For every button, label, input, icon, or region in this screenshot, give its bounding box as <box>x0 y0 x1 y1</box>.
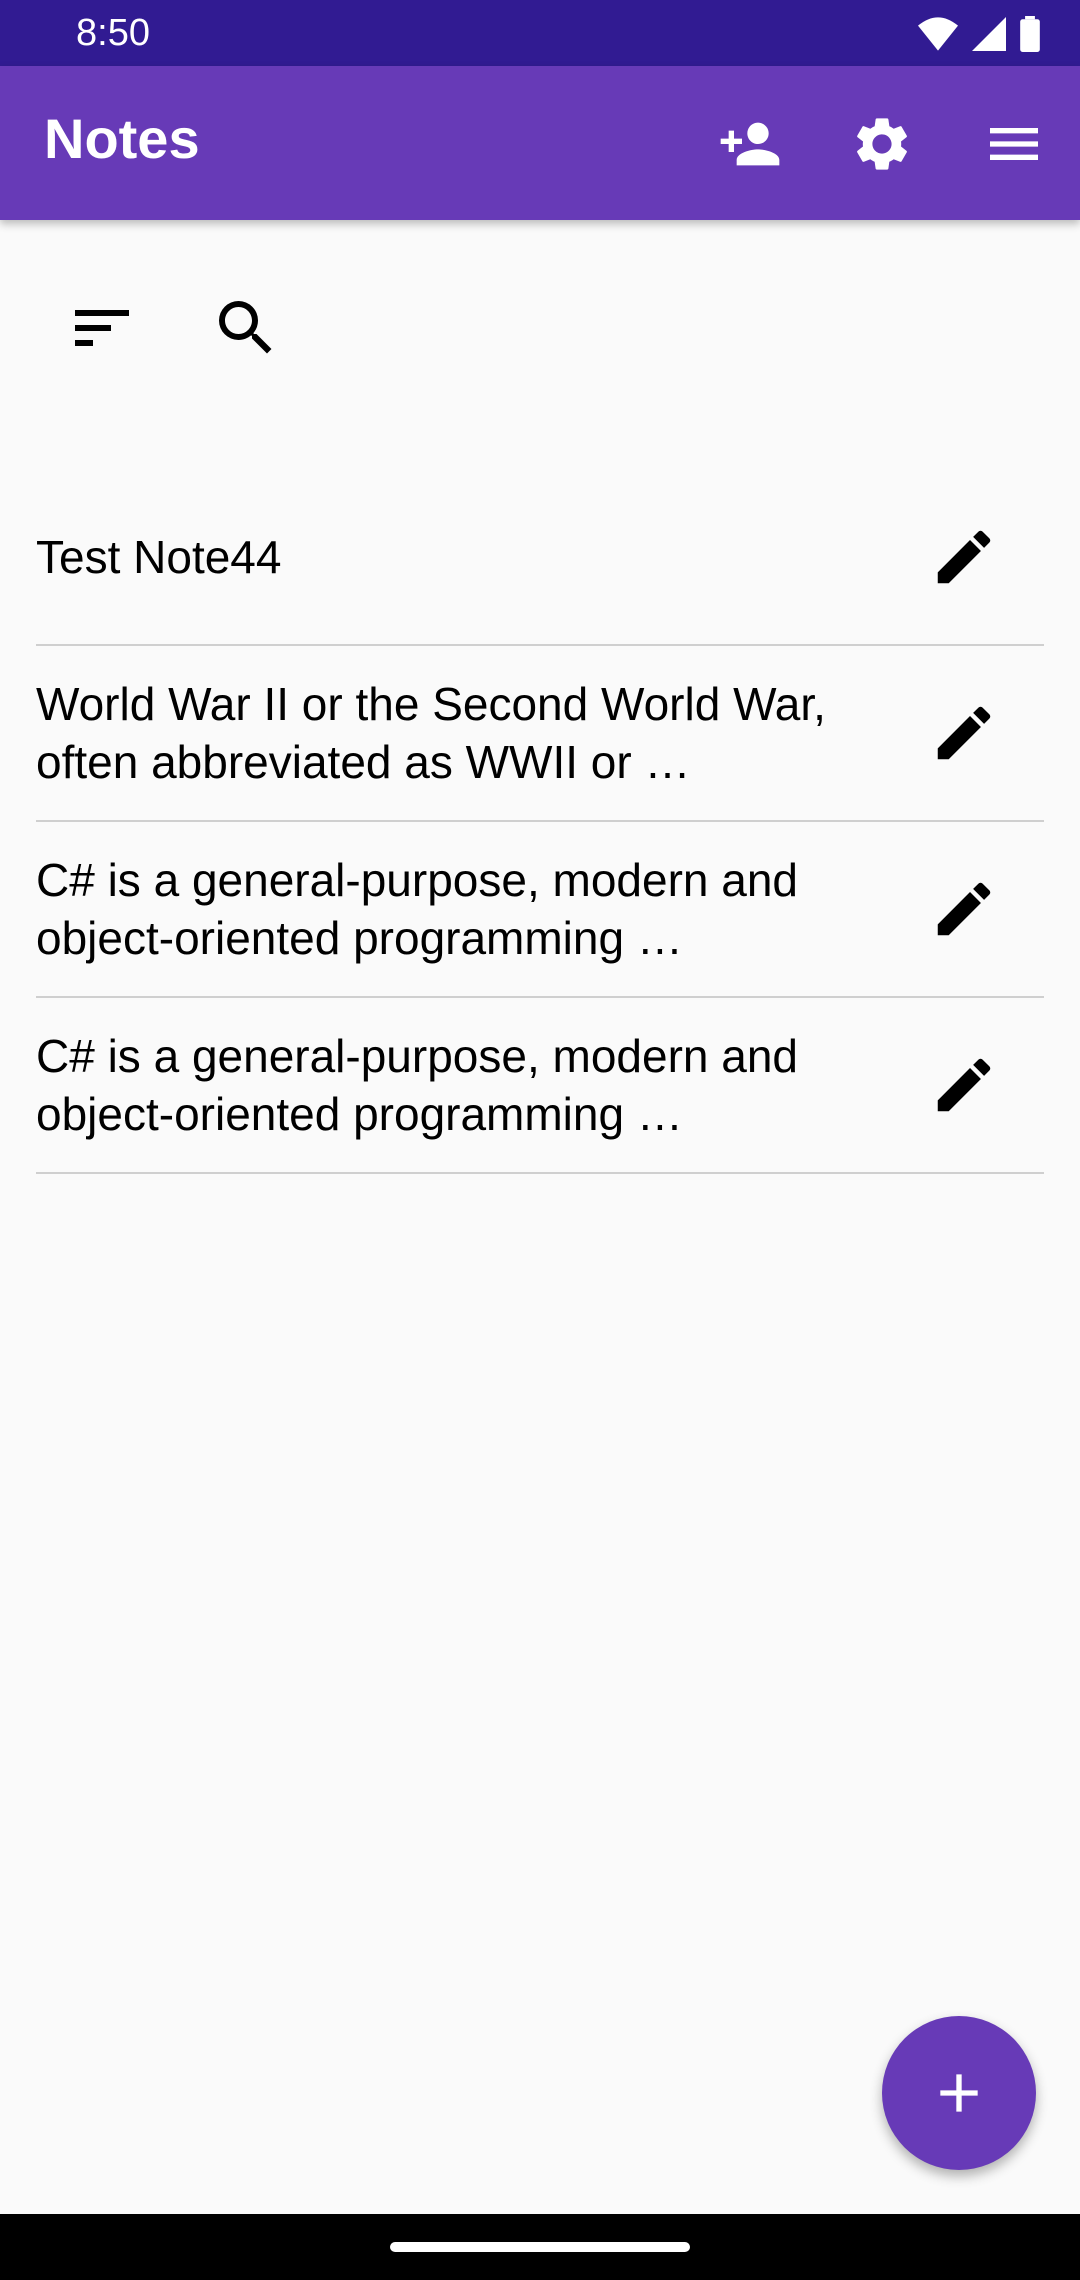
edit-note-button[interactable] <box>924 517 1004 597</box>
settings-button[interactable] <box>844 106 920 182</box>
battery-icon <box>1020 16 1040 52</box>
edit-note-button[interactable] <box>924 1045 1004 1125</box>
note-text: C# is a general-purpose, modern and obje… <box>36 1030 799 1140</box>
sort-button[interactable] <box>62 288 142 368</box>
note-text: World War II or the Second World War, of… <box>36 678 826 788</box>
edit-note-button[interactable] <box>924 693 1004 773</box>
app-bar: Notes <box>0 66 1080 220</box>
note-text: C# is a general-purpose, modern and obje… <box>36 854 799 964</box>
note-item[interactable]: Test Note44 <box>36 470 1044 646</box>
notes-list: Test Note44 World War II or the Second W… <box>36 470 1044 1174</box>
pencil-icon <box>937 882 991 936</box>
note-text: Test Note44 <box>36 531 282 583</box>
status-bar: 8:50 <box>0 0 1080 66</box>
home-handle[interactable] <box>390 2242 690 2252</box>
pencil-icon <box>937 530 991 584</box>
edit-note-button[interactable] <box>924 869 1004 949</box>
status-time: 8:50 <box>76 12 150 54</box>
search-button[interactable] <box>206 288 286 368</box>
sort-icon <box>75 310 129 346</box>
note-item[interactable]: World War II or the Second World War, of… <box>36 646 1044 822</box>
menu-button[interactable] <box>976 106 1052 182</box>
search-icon <box>219 301 272 354</box>
gear-icon <box>857 118 907 170</box>
wifi-icon <box>918 17 958 51</box>
add-note-button[interactable] <box>882 2016 1036 2170</box>
pencil-icon <box>937 706 991 760</box>
add-person-button[interactable] <box>712 106 788 182</box>
note-item[interactable]: C# is a general-purpose, modern and obje… <box>36 822 1044 998</box>
pencil-icon <box>937 1058 991 1112</box>
note-item[interactable]: C# is a general-purpose, modern and obje… <box>36 998 1044 1174</box>
add-person-icon <box>720 122 780 166</box>
navigation-bar <box>0 2214 1080 2280</box>
app-title: Notes <box>44 107 200 170</box>
status-icons <box>918 14 1040 54</box>
plus-icon <box>940 2074 978 2112</box>
menu-icon <box>990 128 1038 160</box>
signal-icon <box>972 17 1006 51</box>
